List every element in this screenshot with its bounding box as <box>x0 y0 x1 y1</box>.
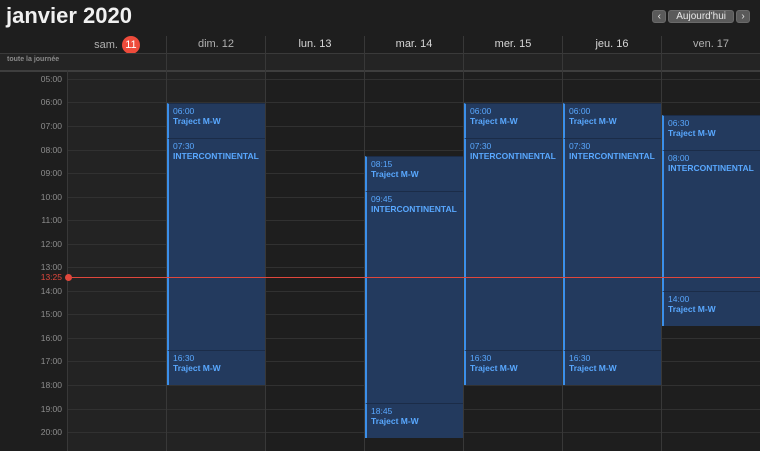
event-block[interactable]: 07:30 INTERCONTINENTAL <box>167 138 265 350</box>
event-title: Traject M-W <box>371 416 419 426</box>
event-block[interactable]: 06:00 Traject M-W <box>563 103 661 138</box>
event-time: 06:00 <box>173 106 195 116</box>
hour-label: 09:00 <box>40 168 62 178</box>
hour-label: 20:00 <box>40 427 62 437</box>
event-title: Traject M-W <box>569 116 617 126</box>
day-header-monday[interactable]: lun. 13 <box>266 36 364 52</box>
month-title: janvier 2020 <box>6 3 132 28</box>
all-day-row[interactable] <box>0 53 760 72</box>
event-time: 06:30 <box>668 118 690 128</box>
hour-label: 08:00 <box>40 145 62 155</box>
event-block[interactable]: 07:30 INTERCONTINENTAL <box>563 138 661 350</box>
weekend-column-saturday <box>68 70 166 451</box>
calendar-week-view: janvier 2020 ‹ Aujourd'hui › sam. 11 dim.… <box>0 0 760 451</box>
event-time: 09:45 <box>371 194 393 204</box>
hour-label: 18:00 <box>40 380 62 390</box>
hour-label: 15:00 <box>40 309 62 319</box>
event-title: INTERCONTINENTAL <box>470 151 556 161</box>
hour-label: 14:00 <box>40 286 62 296</box>
event-title: INTERCONTINENTAL <box>569 151 655 161</box>
event-title: Traject M-W <box>371 169 419 179</box>
hour-label: 17:00 <box>40 356 62 366</box>
all-day-label: toute la journée <box>7 56 60 63</box>
event-time: 16:30 <box>470 353 492 363</box>
day-header-thursday[interactable]: jeu. 16 <box>563 36 661 52</box>
previous-week-button[interactable]: ‹ <box>652 10 667 23</box>
event-time: 07:30 <box>470 141 492 151</box>
day-header-sunday[interactable]: dim. 12 <box>167 36 265 52</box>
event-block[interactable]: 16:30 Traject M-W <box>464 350 562 385</box>
event-block[interactable]: 06:00 Traject M-W <box>464 103 562 138</box>
next-week-button[interactable]: › <box>736 10 750 23</box>
event-title: INTERCONTINENTAL <box>173 151 259 161</box>
current-time-label: 13:25 <box>40 272 62 282</box>
event-title: Traject M-W <box>470 116 518 126</box>
event-block[interactable]: 07:30 INTERCONTINENTAL <box>464 138 562 350</box>
event-title: Traject M-W <box>668 304 716 314</box>
event-block[interactable]: 18:45 Traject M-W <box>365 403 463 438</box>
event-block[interactable]: 14:00 Traject M-W <box>662 291 760 326</box>
hour-label: 13:00 <box>40 262 62 272</box>
event-title: Traject M-W <box>569 363 617 373</box>
hour-label: 10:00 <box>40 192 62 202</box>
event-time: 08:00 <box>668 153 690 163</box>
event-title: Traject M-W <box>470 363 518 373</box>
event-title: INTERCONTINENTAL <box>668 163 754 173</box>
today-button[interactable]: Aujourd'hui <box>668 10 734 23</box>
hour-label: 12:00 <box>40 239 62 249</box>
current-time-line <box>68 277 760 278</box>
event-time: 16:30 <box>173 353 195 363</box>
hour-label: 06:00 <box>40 97 62 107</box>
hour-label: 05:00 <box>40 74 62 84</box>
event-block[interactable]: 06:30 Traject M-W <box>662 115 760 150</box>
event-time: 08:15 <box>371 159 393 169</box>
event-title: INTERCONTINENTAL <box>371 204 457 214</box>
event-block[interactable]: 08:15 Traject M-W <box>365 156 463 191</box>
event-title: Traject M-W <box>668 128 716 138</box>
event-time: 16:30 <box>569 353 591 363</box>
hour-label: 11:00 <box>41 215 62 225</box>
hour-label: 19:00 <box>40 404 62 414</box>
event-time: 07:30 <box>173 141 195 151</box>
event-time: 07:30 <box>569 141 591 151</box>
hour-label: 16:00 <box>40 333 62 343</box>
hour-label: 07:00 <box>40 121 62 131</box>
day-header-wednesday[interactable]: mer. 15 <box>464 36 562 52</box>
event-title: Traject M-W <box>173 363 221 373</box>
day-header-tuesday[interactable]: mar. 14 <box>365 36 463 52</box>
event-block[interactable]: 06:00 Traject M-W <box>167 103 265 138</box>
event-time: 06:00 <box>569 106 591 116</box>
navigation-controls: ‹ Aujourd'hui › <box>652 10 750 23</box>
event-time: 06:00 <box>470 106 492 116</box>
day-label: sam. <box>94 38 118 51</box>
day-header-saturday[interactable]: sam. 11 <box>68 36 166 54</box>
column-divider <box>265 36 266 451</box>
event-block[interactable]: 09:45 INTERCONTINENTAL <box>365 191 463 403</box>
day-header-friday[interactable]: ven. 17 <box>662 36 760 52</box>
event-block[interactable]: 16:30 Traject M-W <box>167 350 265 385</box>
event-title: Traject M-W <box>173 116 221 126</box>
event-time: 18:45 <box>371 406 393 416</box>
event-time: 14:00 <box>668 294 690 304</box>
today-date-badge: 11 <box>121 36 140 54</box>
hour-gridline <box>67 79 760 80</box>
column-divider <box>67 70 68 451</box>
event-block[interactable]: 08:00 INTERCONTINENTAL <box>662 150 760 291</box>
event-block[interactable]: 16:30 Traject M-W <box>563 350 661 385</box>
